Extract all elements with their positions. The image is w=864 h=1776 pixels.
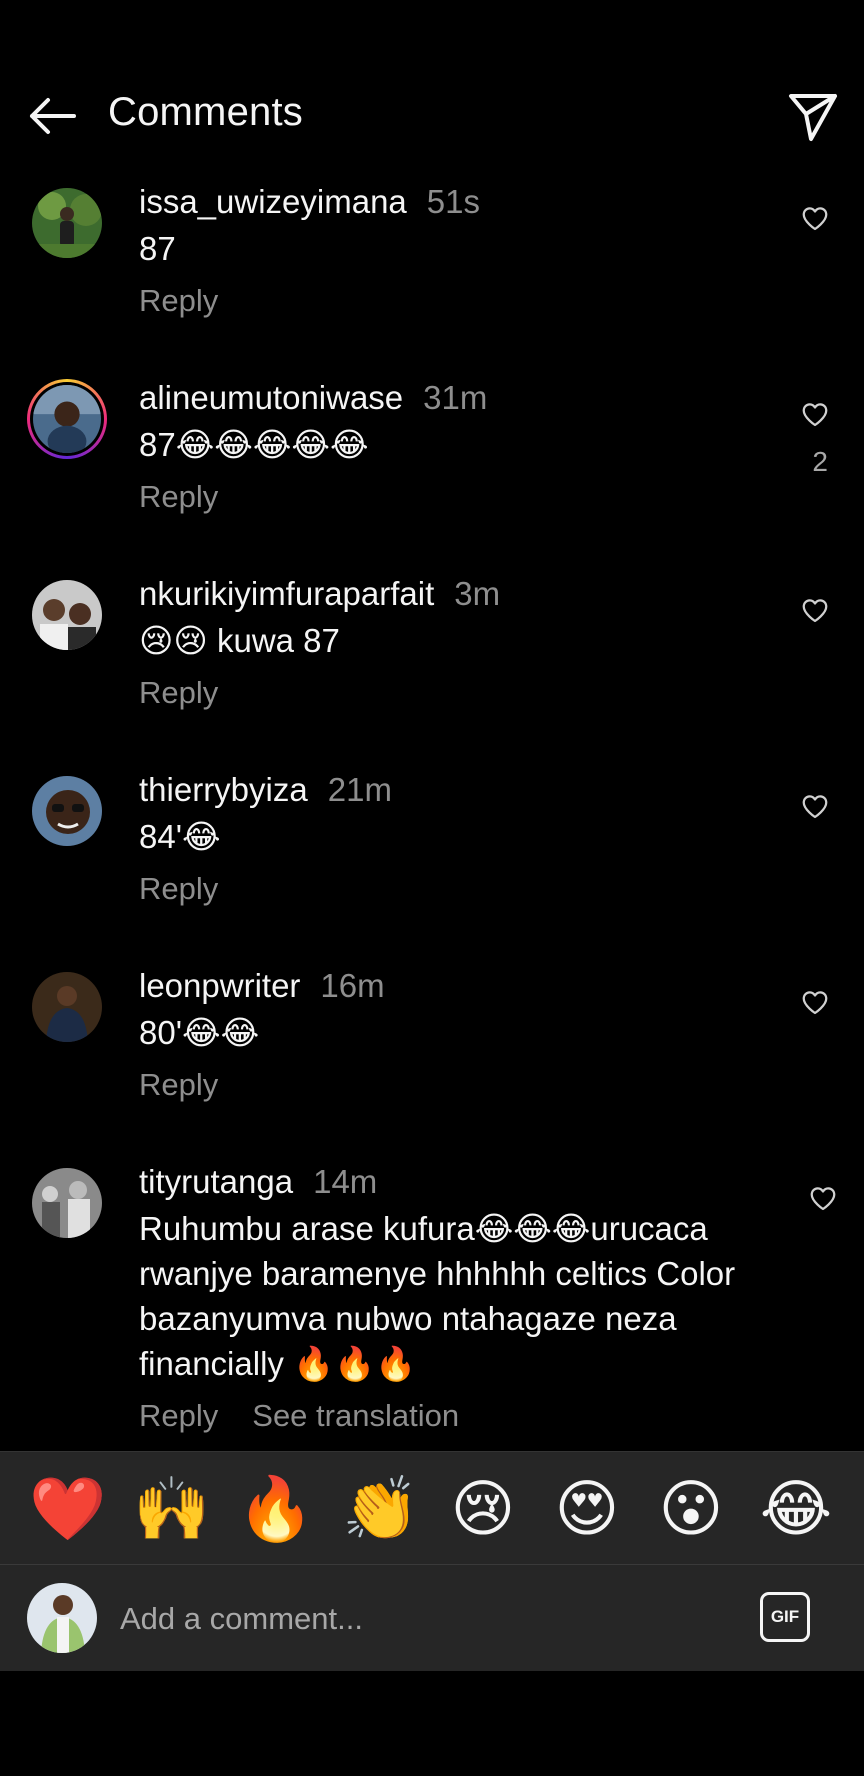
comment-username[interactable]: alineumutoniwase — [139, 379, 403, 416]
comment-input[interactable] — [118, 1583, 722, 1655]
avatar — [27, 1583, 97, 1653]
comment-username[interactable]: nkurikiyimfuraparfait — [139, 575, 434, 612]
back-button[interactable] — [24, 92, 80, 140]
comment-username[interactable]: leonpwriter — [139, 967, 300, 1004]
header: Comments — [0, 60, 864, 170]
heart-icon — [802, 599, 828, 623]
comment-body: tityrutanga 14m Ruhumbu arase kufura😂😂😂ur… — [139, 1160, 789, 1438]
arrow-left-icon — [30, 98, 76, 134]
paper-plane-icon — [789, 94, 837, 141]
like-button[interactable] — [800, 400, 830, 430]
avatar[interactable] — [27, 379, 107, 459]
heart-icon — [810, 1187, 836, 1211]
comment-username[interactable]: tityrutanga — [139, 1163, 293, 1200]
avatar[interactable] — [32, 776, 102, 846]
avatar[interactable] — [32, 580, 102, 650]
reply-button[interactable]: Reply — [139, 283, 218, 318]
reply-button[interactable]: Reply — [139, 479, 218, 514]
comment-time: 3m — [454, 575, 501, 612]
comment-username[interactable]: issa_uwizeyimana — [139, 183, 407, 220]
like-button[interactable] — [800, 988, 830, 1018]
emoji-heart[interactable]: ❤️ — [29, 1472, 106, 1546]
like-button[interactable] — [808, 1184, 838, 1214]
comment-text: 80'😂😂 — [139, 1014, 260, 1051]
reply-button[interactable]: Reply — [139, 1398, 218, 1433]
comment-time: 16m — [320, 967, 385, 1004]
comment-body: alineumutoniwase 31m 87😂😂😂😂😂 Reply — [139, 376, 779, 519]
heart-icon — [802, 795, 828, 819]
like-button[interactable] — [800, 204, 830, 234]
emoji-crying-face[interactable]: 😢 — [446, 1472, 520, 1546]
reply-button[interactable]: Reply — [139, 675, 218, 710]
like-button[interactable] — [800, 792, 830, 822]
heart-icon — [802, 991, 828, 1015]
emoji-tears-of-joy[interactable]: 😂 — [759, 1472, 833, 1546]
comment-text: Ruhumbu arase kufura😂😂😂urucaca rwanjye b… — [139, 1210, 736, 1382]
comment-time: 21m — [327, 771, 392, 808]
comment-time: 14m — [313, 1163, 378, 1200]
emoji-raising-hands[interactable]: 🙌 — [133, 1472, 210, 1546]
comment-text: 84'😂 — [139, 818, 221, 855]
emoji-surprised-face[interactable]: 😮 — [654, 1472, 728, 1546]
share-button[interactable] — [786, 90, 840, 144]
emoji-heart-eyes[interactable]: 😍 — [550, 1472, 624, 1546]
comment-text: 😢😢 kuwa 87 — [139, 622, 340, 659]
reply-button[interactable]: Reply — [139, 871, 218, 906]
avatar[interactable] — [32, 972, 102, 1042]
comment-body: leonpwriter 16m 80'😂😂 Reply — [139, 964, 779, 1107]
comment-body: nkurikiyimfuraparfait 3m 😢😢 kuwa 87 Reply — [139, 572, 779, 715]
comment-time: 31m — [423, 379, 488, 416]
like-count: 2 — [812, 446, 828, 477]
like-button[interactable] — [800, 596, 830, 626]
emoji-clapping-hands[interactable]: 👏 — [342, 1472, 419, 1546]
avatar[interactable] — [32, 188, 102, 258]
emoji-reaction-bar: ❤️ 🙌 🔥 👏 😢 😍 😮 😂 — [0, 1451, 864, 1564]
avatar[interactable] — [32, 1168, 102, 1238]
see-translation-button[interactable]: See translation — [252, 1398, 459, 1433]
comment-text: 87😂😂😂😂😂 — [139, 426, 369, 463]
comment-username[interactable]: thierrybyiza — [139, 771, 308, 808]
heart-icon — [802, 207, 828, 231]
comment-body: issa_uwizeyimana 51s 87 Reply — [139, 180, 779, 323]
emoji-fire[interactable]: 🔥 — [237, 1472, 314, 1546]
comment-text: 87 — [139, 230, 176, 267]
comment-body: thierrybyiza 21m 84'😂 Reply — [139, 768, 779, 911]
heart-icon — [802, 403, 828, 427]
reply-button[interactable]: Reply — [139, 1067, 218, 1102]
comment-time: 51s — [426, 183, 481, 220]
page-title: Comments — [108, 90, 303, 134]
gif-button[interactable]: GIF — [760, 1592, 810, 1642]
comment-composer: GIF — [0, 1564, 864, 1671]
